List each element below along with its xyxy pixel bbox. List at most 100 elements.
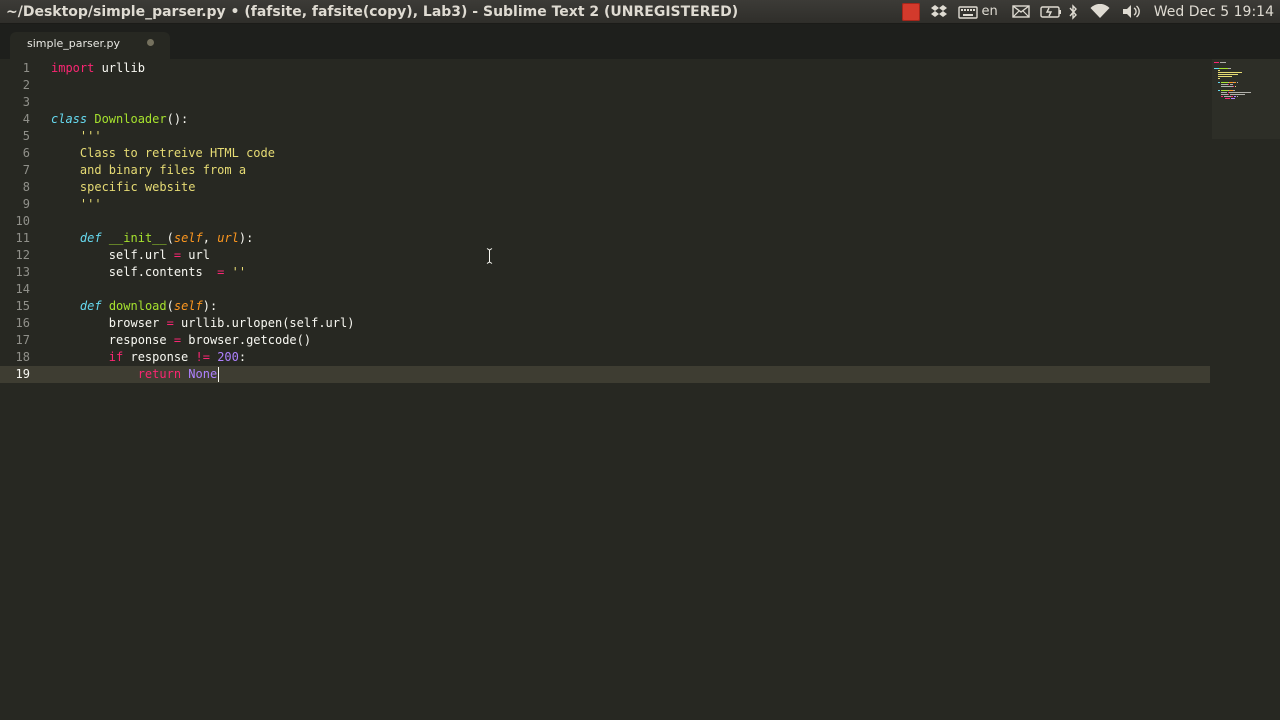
code-token: = [166,316,174,330]
minimap-stroke [1236,82,1239,83]
code-token: def [79,231,102,245]
code-token: != [195,350,210,364]
line-number[interactable]: 5 [0,128,30,145]
code-line[interactable]: ''' [51,128,102,145]
window-title: ~/Desktop/simple_parser.py • (fafsite, f… [6,3,739,20]
code-token: ): [202,299,218,313]
minimap-stroke [1219,68,1229,69]
code-token: urllib.urlopen(self.url) [173,316,355,330]
minimap-stroke [1221,94,1229,95]
code-line[interactable]: import urllib [51,60,145,77]
code-line[interactable]: browser = urllib.urlopen(self.url) [51,315,355,332]
line-number[interactable]: 4 [0,111,30,128]
line-number[interactable]: 16 [0,315,30,332]
code-line[interactable]: specific website [51,179,196,196]
line-number[interactable]: 17 [0,332,30,349]
code-token: None [188,367,218,381]
code-token: response [51,333,174,347]
minimap-stroke [1217,76,1232,77]
keyboard-icon[interactable] [957,0,978,24]
line-number[interactable]: 2 [0,77,30,94]
system-tray: en Wed Dec 5 19:14 [892,0,1280,24]
code-line[interactable]: return None [51,366,218,383]
code-line[interactable]: def __init__(self, url): [51,230,253,247]
line-number[interactable]: 19 [0,366,30,383]
code-token: self [173,299,203,313]
code-line[interactable]: response = browser.getcode() [51,332,311,349]
minimap-stroke [1224,98,1231,99]
code-token: 200 [217,350,239,364]
code-token: ''' [51,129,102,143]
code-token: ''' [51,197,102,211]
minimap-stroke [1229,92,1251,93]
line-number[interactable]: 9 [0,196,30,213]
line-number[interactable]: 12 [0,247,30,264]
tab-simple-parser[interactable]: simple_parser.py [10,32,170,59]
code-token: urllib [94,61,145,75]
code-line[interactable]: def download(self): [51,298,217,315]
code-token: Class to retreive HTML code [51,146,275,160]
minimap-stroke [1223,96,1232,97]
red-square-indicator-icon[interactable] [901,0,920,24]
minimap-stroke [1221,84,1229,85]
line-number[interactable]: 14 [0,281,30,298]
minimap-stroke [1228,94,1230,95]
wifi-icon[interactable] [1090,0,1110,24]
code-token: response [123,350,196,364]
code-token: Downloader [94,112,167,126]
line-number[interactable]: 3 [0,94,30,111]
minimap-stroke [1228,84,1230,85]
code-line[interactable]: if response != 200: [51,349,246,366]
code-token: def [79,299,102,313]
battery-icon[interactable] [1040,0,1062,24]
line-number[interactable]: 18 [0,349,30,366]
line-number[interactable]: 11 [0,230,30,247]
code-line[interactable]: self.url = url [51,247,210,264]
mail-icon[interactable] [1012,0,1030,24]
minimap-stroke [1236,96,1238,97]
dropbox-icon[interactable] [930,0,948,24]
code-token: browser.getcode() [181,333,312,347]
line-number[interactable]: 6 [0,145,30,162]
minimap-stroke [1232,86,1234,87]
code-line[interactable]: self.contents = '' [51,264,246,281]
editor-area[interactable]: 1 2 3 4 5 6 7 8 9 10 11 12 13 14 15 16 17 18 19 import url… [0,59,1280,720]
line-number[interactable]: 8 [0,179,30,196]
clock[interactable]: Wed Dec 5 19:14 [1154,0,1274,24]
minimap[interactable] [1212,59,1280,139]
modified-dot-icon[interactable] [147,39,154,46]
code-line[interactable]: and binary files from a [51,162,246,179]
code-line[interactable]: class Downloader(): [51,111,188,128]
line-number[interactable]: 7 [0,162,30,179]
minimap-stroke [1234,86,1237,87]
tab-strip: simple_parser.py [0,24,1280,59]
code-token: ( [166,299,174,313]
code-token: (): [166,112,189,126]
line-number[interactable]: 1 [0,60,30,77]
code-line[interactable]: ''' [51,196,102,213]
minimap-stroke [1230,94,1246,95]
line-number[interactable]: 13 [0,264,30,281]
volume-icon[interactable] [1122,0,1142,24]
bluetooth-icon[interactable] [1068,0,1078,24]
minimap-stroke [1214,62,1220,63]
minimap-stroke [1217,78,1221,79]
code-token: , [202,231,218,245]
minimap-stroke [1217,82,1221,83]
code-line[interactable]: Class to retreive HTML code [51,145,275,162]
minimap-stroke [1221,82,1229,83]
keyboard-layout-label[interactable]: en [982,0,998,24]
line-number[interactable]: 15 [0,298,30,315]
code-token: specific website [51,180,196,194]
minimap-stroke [1217,90,1221,91]
top-panel: ~/Desktop/simple_parser.py • (fafsite, f… [0,0,1280,24]
line-number[interactable]: 10 [0,213,30,230]
ibeam-cursor-icon [486,248,493,264]
code-token: class [51,112,88,126]
